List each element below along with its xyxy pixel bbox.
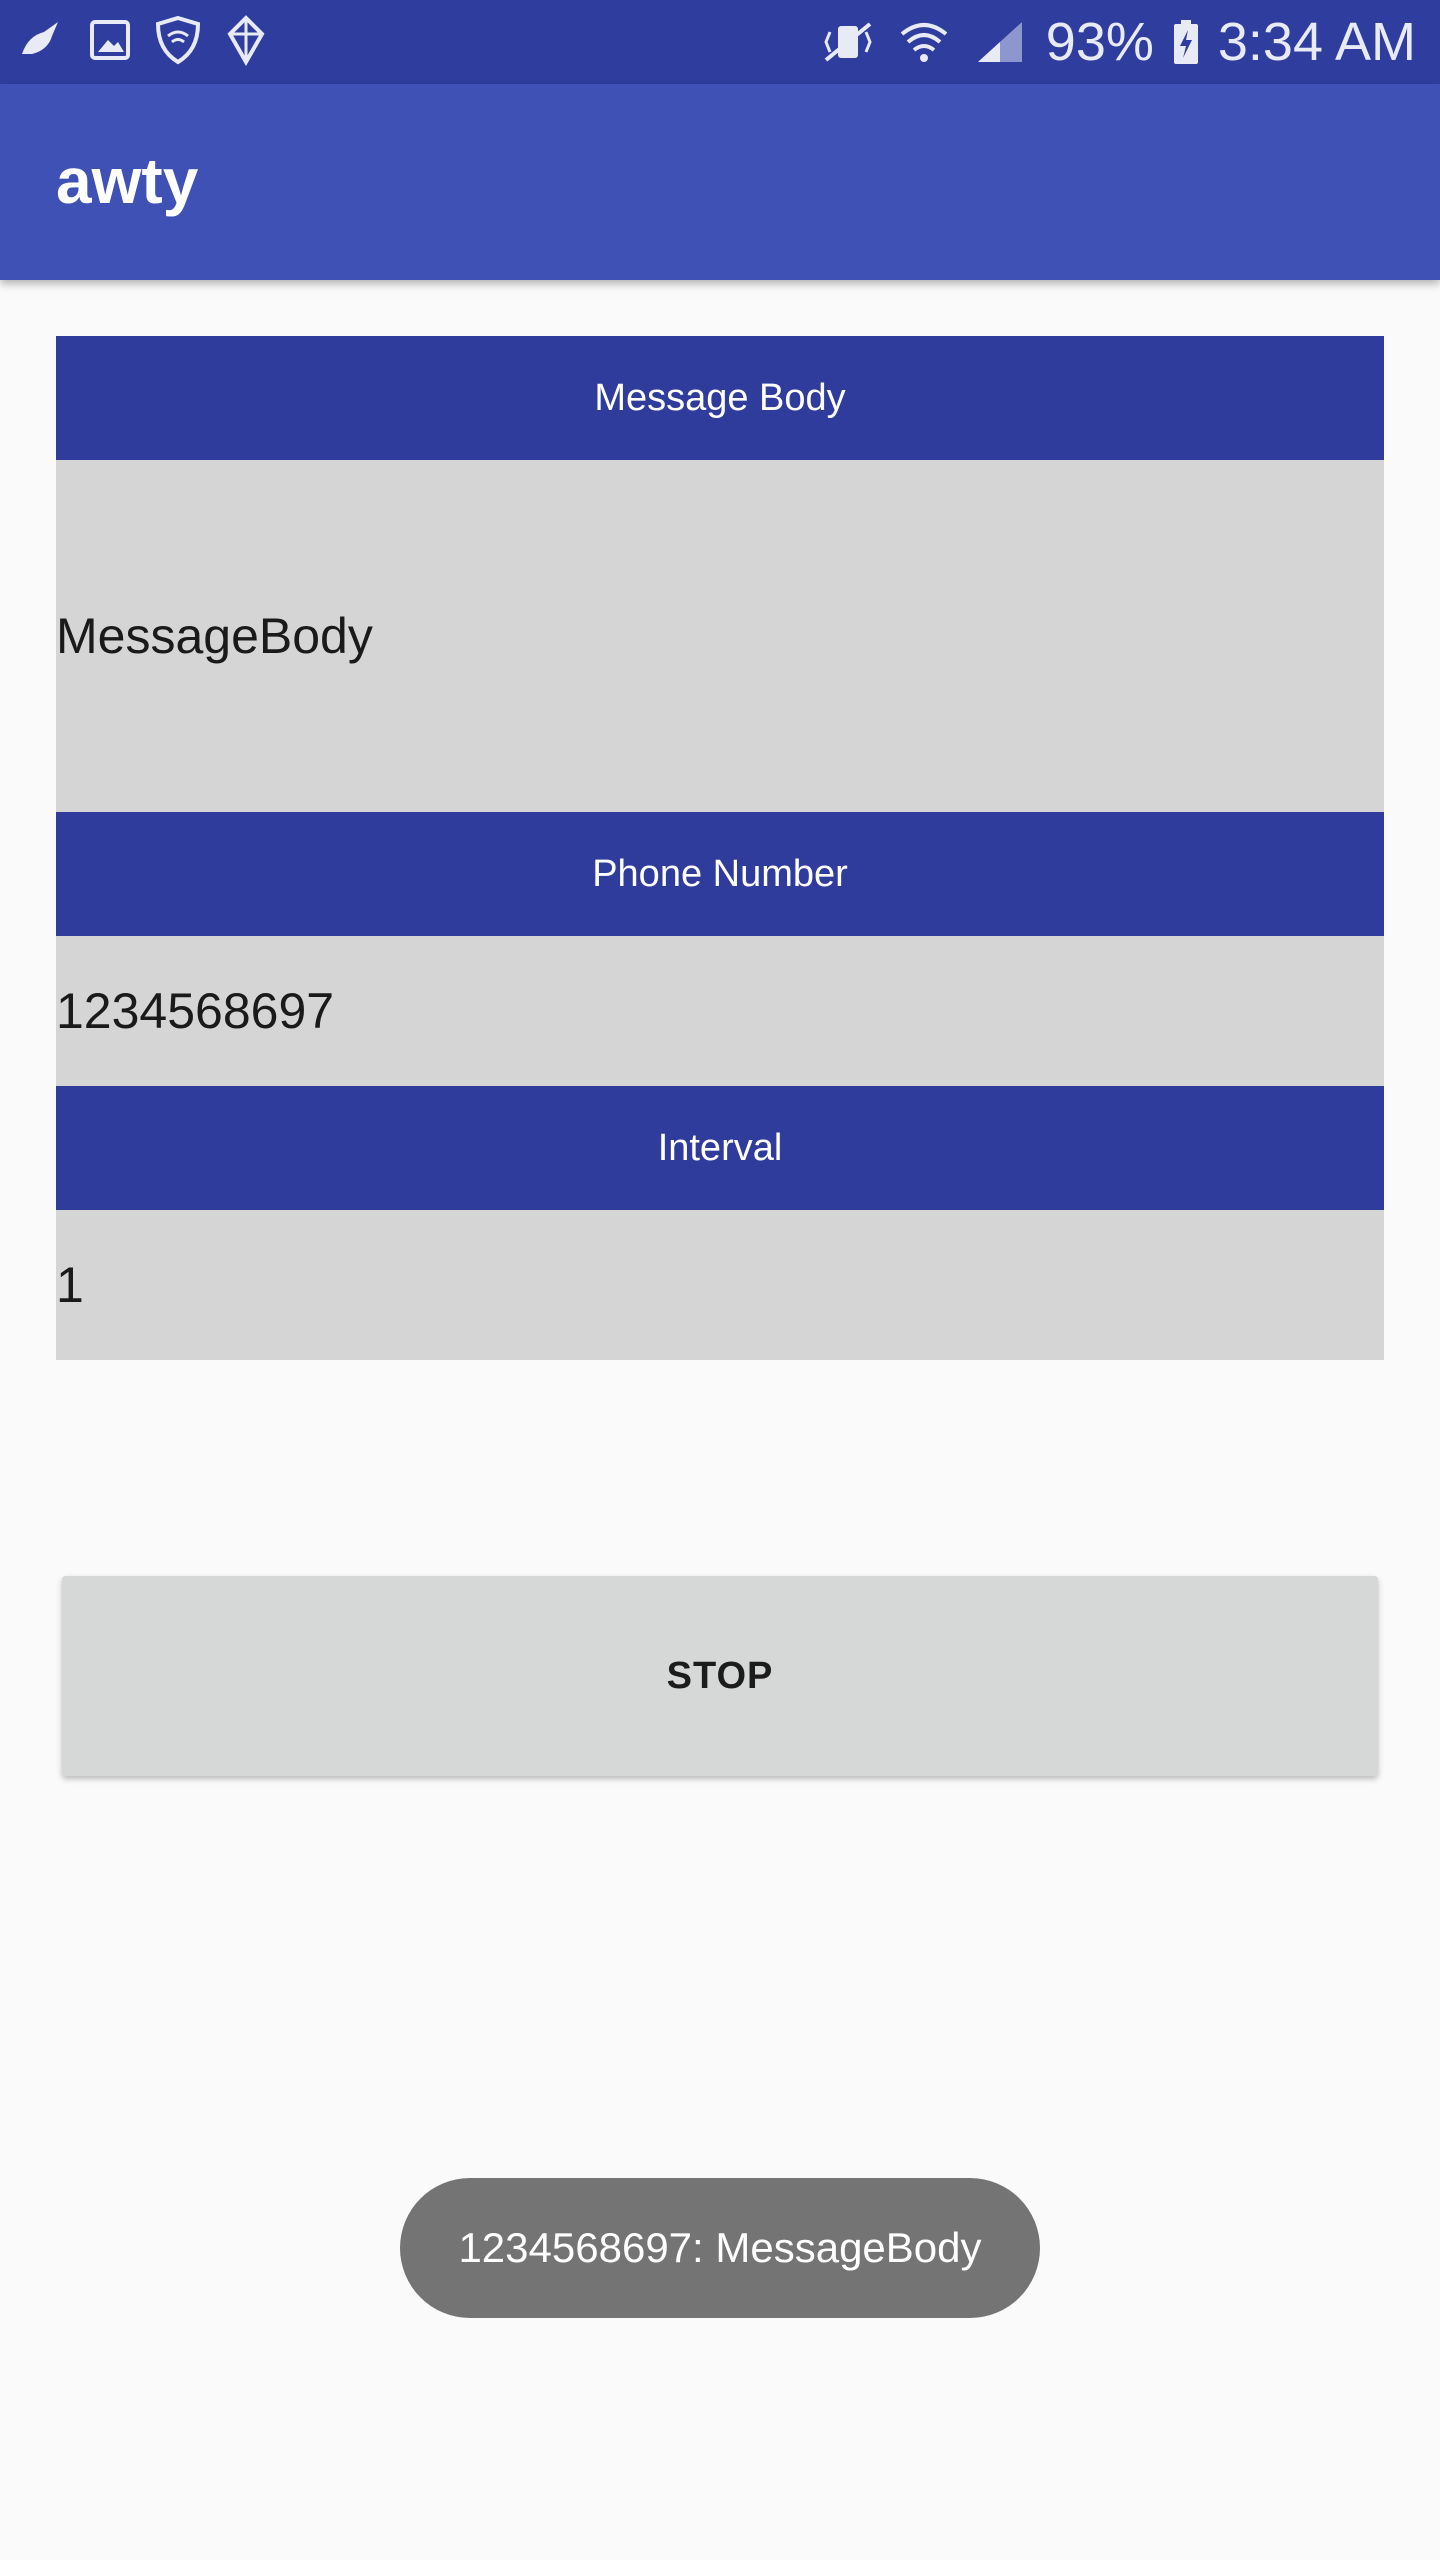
interval-header: Interval <box>56 1086 1384 1210</box>
interval-value: 1 <box>56 1257 84 1313</box>
message-body-value: MessageBody <box>56 608 373 664</box>
phone-number-field[interactable]: 1234568697 <box>56 936 1384 1086</box>
message-body-header: Message Body <box>56 336 1384 460</box>
gallery-icon <box>86 14 134 66</box>
stop-button[interactable]: STOP <box>62 1576 1378 1776</box>
shield-wifi-icon <box>154 14 202 66</box>
vibrate-icon <box>818 16 878 68</box>
battery-charging-icon <box>1170 16 1202 68</box>
system-status: 93% 3:34 AM <box>818 0 1416 84</box>
notification-icons <box>18 14 270 67</box>
signal-icon <box>970 16 1030 68</box>
interval-field[interactable]: 1 <box>56 1210 1384 1360</box>
clock: 3:34 AM <box>1217 12 1416 72</box>
wifi-icon <box>894 16 954 68</box>
phone-number-header: Phone Number <box>56 812 1384 936</box>
phone-number-value: 1234568697 <box>56 983 335 1039</box>
app-title: awty <box>56 145 199 217</box>
battery-percentage: 93% <box>1045 12 1154 72</box>
app-bar: awty <box>0 84 1440 280</box>
status-bar: 93% 3:34 AM <box>0 0 1440 84</box>
toast-message: 1234568697: MessageBody <box>400 2178 1040 2318</box>
message-body-field[interactable]: MessageBody <box>56 460 1384 812</box>
gem-icon <box>222 14 270 67</box>
bird-icon <box>18 14 66 66</box>
